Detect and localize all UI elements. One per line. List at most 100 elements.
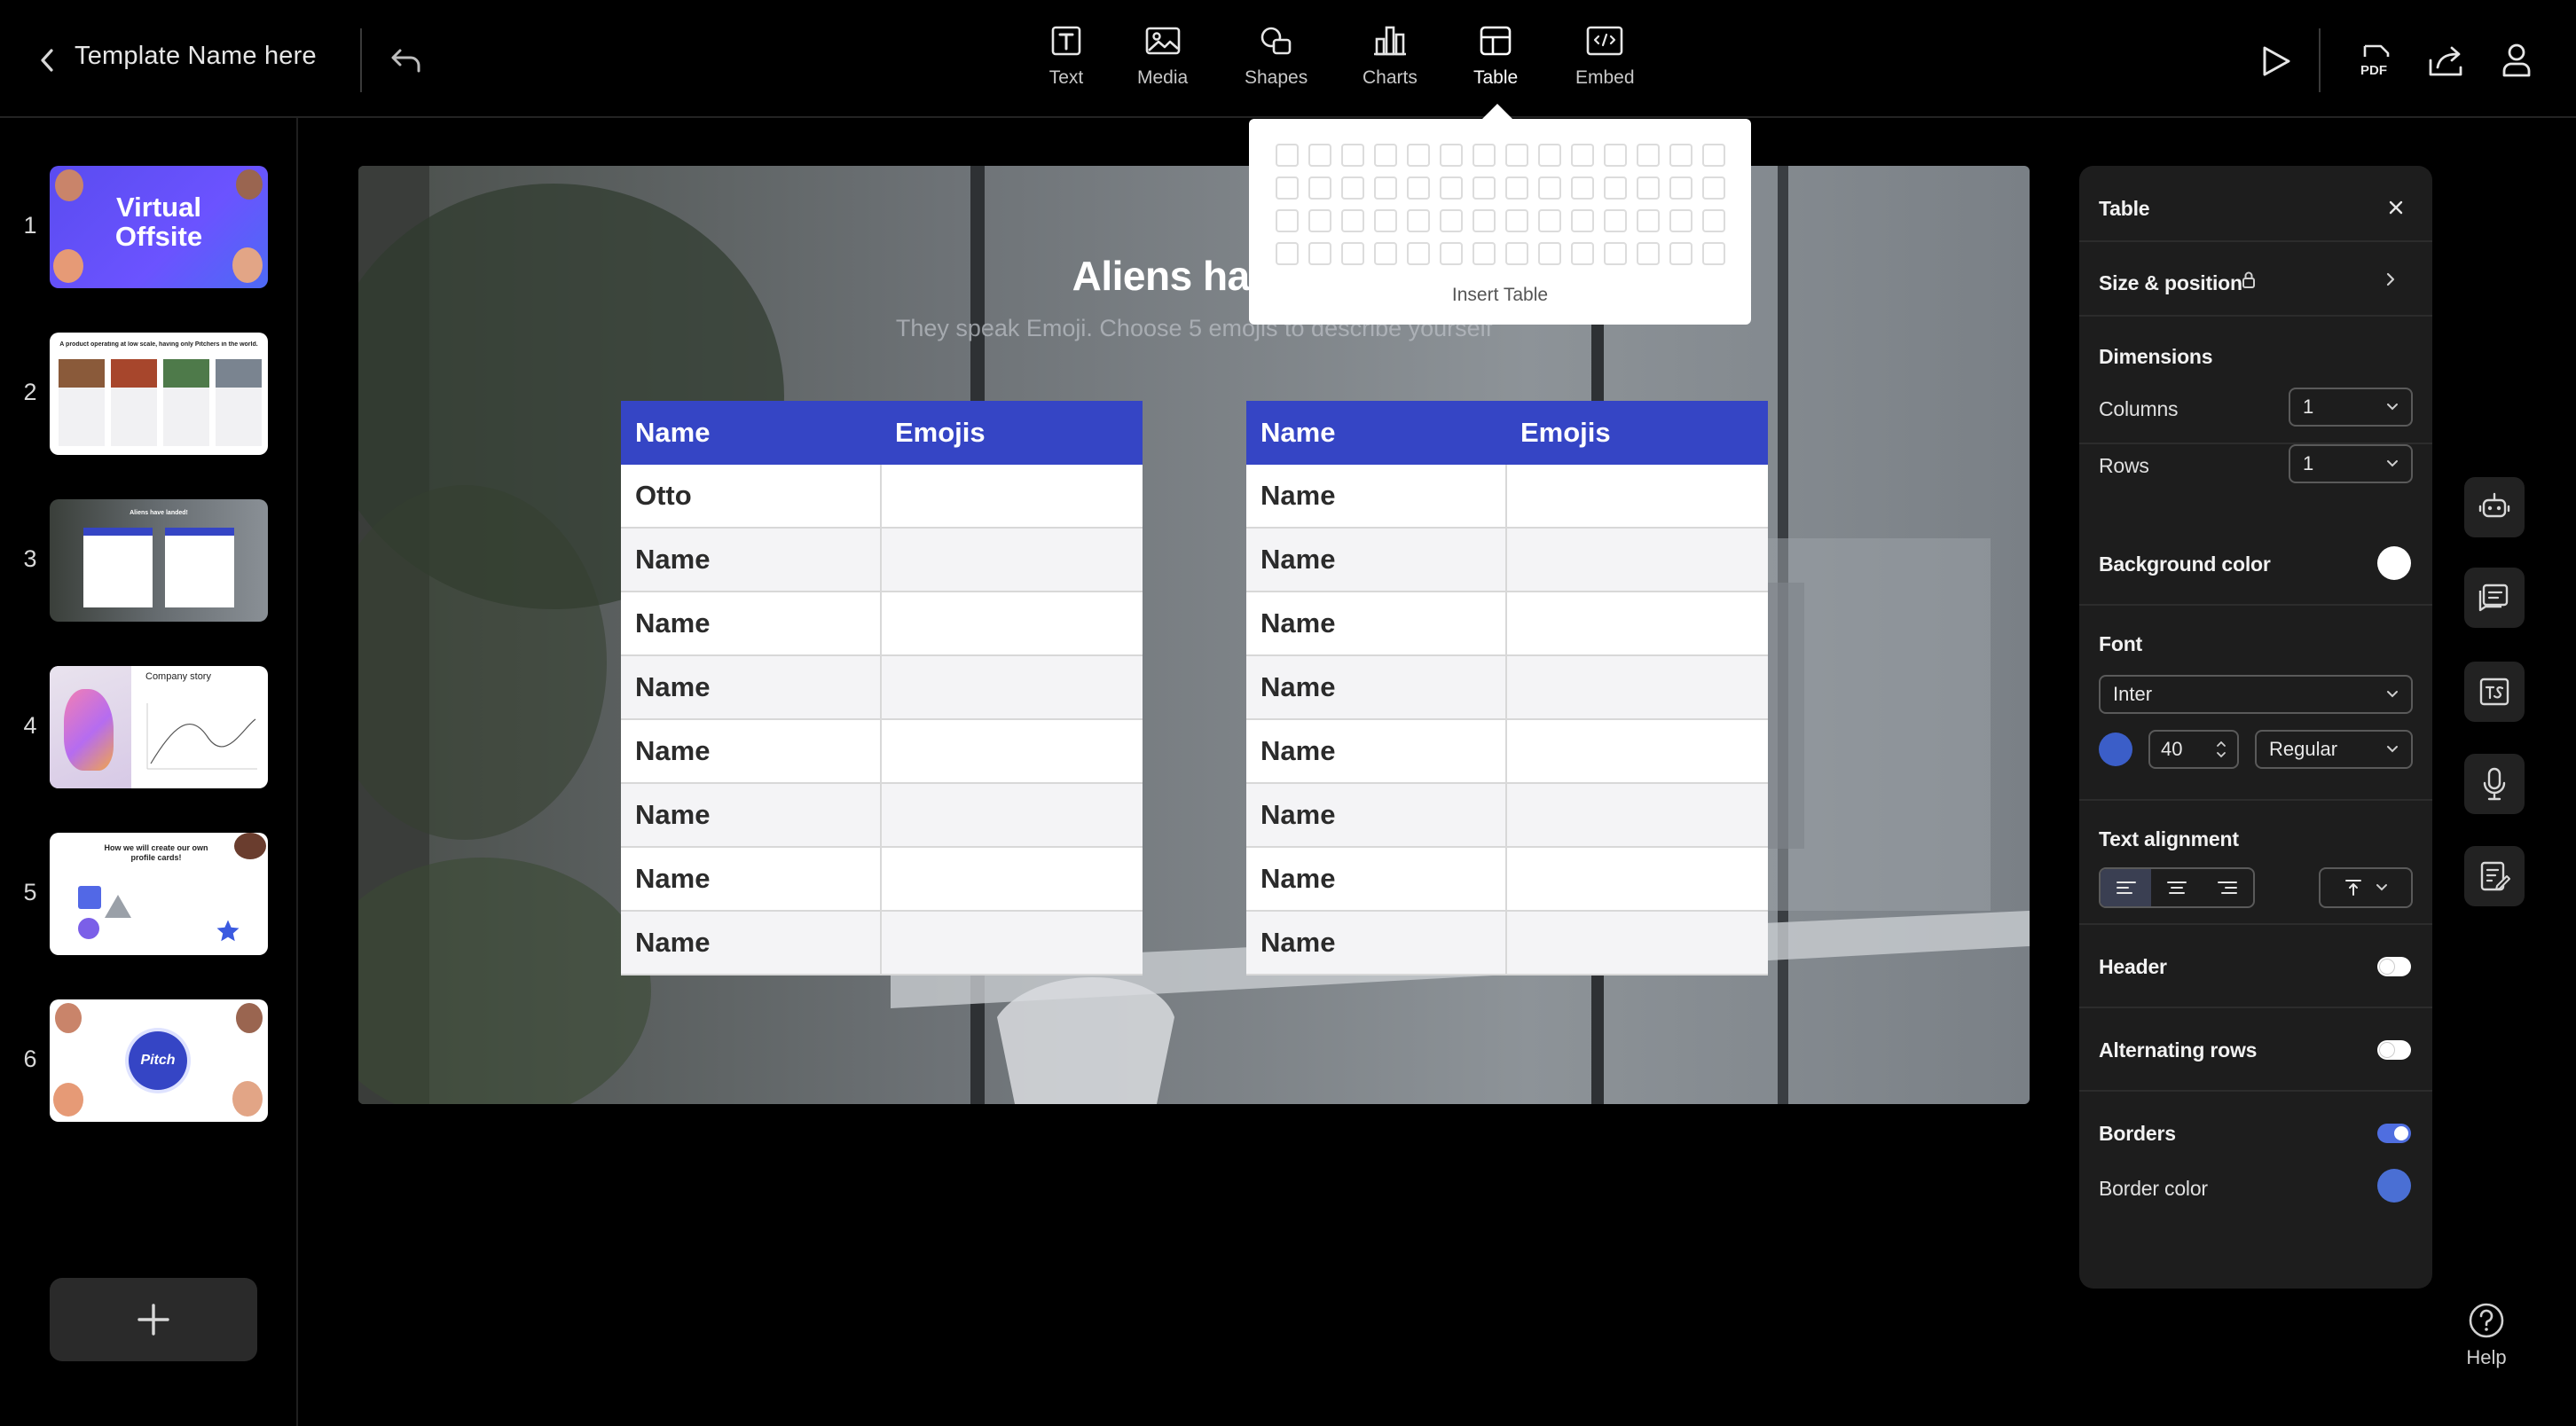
table-size-cell[interactable] xyxy=(1538,209,1561,232)
background-color-swatch[interactable] xyxy=(2377,546,2411,580)
table-size-cell[interactable] xyxy=(1637,242,1660,265)
embed-tool-button[interactable]: Embed xyxy=(1575,21,1635,96)
account-button[interactable] xyxy=(2494,37,2539,83)
text-tool-button[interactable]: Text xyxy=(1047,21,1086,96)
table-size-cell[interactable] xyxy=(1637,209,1660,232)
table-size-cell[interactable] xyxy=(1440,144,1463,167)
comments-button[interactable] xyxy=(2464,568,2525,628)
slide-thumbnail[interactable]: A product operating at low scale, having… xyxy=(50,333,268,455)
alternating-rows-toggle[interactable] xyxy=(2377,1040,2411,1060)
slide-title[interactable]: Aliens have l xyxy=(358,252,2030,300)
font-color-swatch[interactable] xyxy=(2099,733,2132,766)
font-weight-select[interactable]: Regular xyxy=(2255,730,2413,769)
table-cell[interactable]: Name xyxy=(1246,719,1507,784)
emoji-table[interactable]: Name Emojis Otto Name Name Name Name Nam… xyxy=(621,401,1143,975)
table-header-cell[interactable]: Emojis xyxy=(881,401,1143,465)
font-family-select[interactable]: Inter xyxy=(2099,675,2413,714)
font-size-stepper[interactable]: 40 xyxy=(2148,730,2239,769)
table-size-cell[interactable] xyxy=(1702,242,1725,265)
table-size-cell[interactable] xyxy=(1669,144,1692,167)
table-size-cell[interactable] xyxy=(1505,176,1528,200)
columns-select[interactable]: 1 xyxy=(2289,388,2413,427)
table-cell[interactable]: Name xyxy=(621,592,882,656)
table-cell[interactable] xyxy=(881,719,1143,784)
table-size-cell[interactable] xyxy=(1407,176,1430,200)
help-button[interactable]: Help xyxy=(2448,1302,2525,1382)
export-pdf-button[interactable]: PDF xyxy=(2351,39,2397,85)
charts-tool-button[interactable]: Charts xyxy=(1363,21,1418,96)
table-cell[interactable]: Name xyxy=(1246,911,1507,975)
table-size-cell[interactable] xyxy=(1308,176,1331,200)
table-size-cell[interactable] xyxy=(1637,144,1660,167)
table-cell[interactable]: Name xyxy=(1246,528,1507,592)
table-cell[interactable] xyxy=(1506,465,1768,529)
table-size-cell[interactable] xyxy=(1276,176,1299,200)
table-size-cell[interactable] xyxy=(1702,176,1725,200)
table-size-cell[interactable] xyxy=(1702,209,1725,232)
rows-select[interactable]: 1 xyxy=(2289,444,2413,483)
table-size-cell[interactable] xyxy=(1571,176,1594,200)
table-cell[interactable] xyxy=(881,911,1143,975)
table-cell[interactable]: Name xyxy=(621,528,882,592)
table-size-cell[interactable] xyxy=(1473,144,1496,167)
table-size-cell[interactable] xyxy=(1341,242,1364,265)
table-size-cell[interactable] xyxy=(1637,176,1660,200)
align-center-button[interactable] xyxy=(2151,869,2202,906)
table-size-cell[interactable] xyxy=(1308,242,1331,265)
present-button[interactable] xyxy=(2253,39,2297,83)
table-size-cell[interactable] xyxy=(1276,144,1299,167)
table-size-cell[interactable] xyxy=(1604,144,1627,167)
table-size-cell[interactable] xyxy=(1505,209,1528,232)
table-cell[interactable]: Name xyxy=(1246,592,1507,656)
table-size-cell[interactable] xyxy=(1505,242,1528,265)
table-cell[interactable] xyxy=(1506,655,1768,720)
slide-thumbnail[interactable]: Aliens have landed! xyxy=(50,499,268,622)
table-size-cell[interactable] xyxy=(1538,242,1561,265)
table-cell[interactable]: Name xyxy=(621,911,882,975)
emoji-table[interactable]: Name Emojis Name Name Name Name Name Nam… xyxy=(1246,401,1768,975)
table-size-cell[interactable] xyxy=(1473,209,1496,232)
table-cell[interactable] xyxy=(1506,592,1768,656)
table-cell[interactable]: Name xyxy=(621,783,882,848)
table-size-grid[interactable] xyxy=(1276,144,1725,265)
table-size-cell[interactable] xyxy=(1407,144,1430,167)
table-cell[interactable]: Name xyxy=(621,847,882,912)
table-cell[interactable]: Name xyxy=(1246,847,1507,912)
table-size-cell[interactable] xyxy=(1505,144,1528,167)
close-panel-button[interactable] xyxy=(2381,192,2411,223)
table-size-cell[interactable] xyxy=(1407,242,1430,265)
table-size-cell[interactable] xyxy=(1538,176,1561,200)
speaker-notes-button[interactable] xyxy=(2464,846,2525,906)
slide-thumbnail[interactable]: Virtual Offsite xyxy=(50,166,268,288)
table-size-cell[interactable] xyxy=(1604,176,1627,200)
table-header-cell[interactable]: Emojis xyxy=(1506,401,1768,465)
table-size-cell[interactable] xyxy=(1571,144,1594,167)
table-tool-button[interactable]: Table xyxy=(1473,21,1518,96)
table-size-cell[interactable] xyxy=(1571,242,1594,265)
table-size-cell[interactable] xyxy=(1341,209,1364,232)
table-cell[interactable] xyxy=(881,592,1143,656)
template-styles-button[interactable] xyxy=(2464,662,2525,722)
table-cell[interactable]: Name xyxy=(1246,655,1507,720)
table-cell[interactable] xyxy=(1506,911,1768,975)
table-cell[interactable] xyxy=(1506,719,1768,784)
align-left-button[interactable] xyxy=(2101,869,2152,906)
document-title[interactable]: Template Name here xyxy=(75,42,317,71)
slide-thumbnail[interactable]: How we will create our own profile cards… xyxy=(50,833,268,955)
slide-canvas[interactable]: Aliens have l They speak Emoji. Choose 5… xyxy=(358,166,2030,1104)
table-cell[interactable]: Name xyxy=(1246,465,1507,529)
table-cell[interactable]: Name xyxy=(621,719,882,784)
table-size-cell[interactable] xyxy=(1473,176,1496,200)
table-cell[interactable] xyxy=(881,465,1143,529)
table-size-cell[interactable] xyxy=(1308,209,1331,232)
table-size-cell[interactable] xyxy=(1341,176,1364,200)
table-size-cell[interactable] xyxy=(1276,242,1299,265)
table-cell[interactable] xyxy=(1506,783,1768,848)
media-tool-button[interactable]: Media xyxy=(1137,21,1188,96)
table-cell[interactable] xyxy=(881,847,1143,912)
align-right-button[interactable] xyxy=(2203,869,2253,906)
table-size-cell[interactable] xyxy=(1374,176,1397,200)
table-header-cell[interactable]: Name xyxy=(1246,401,1506,465)
share-button[interactable] xyxy=(2423,39,2470,85)
ai-assistant-button[interactable] xyxy=(2464,477,2525,537)
